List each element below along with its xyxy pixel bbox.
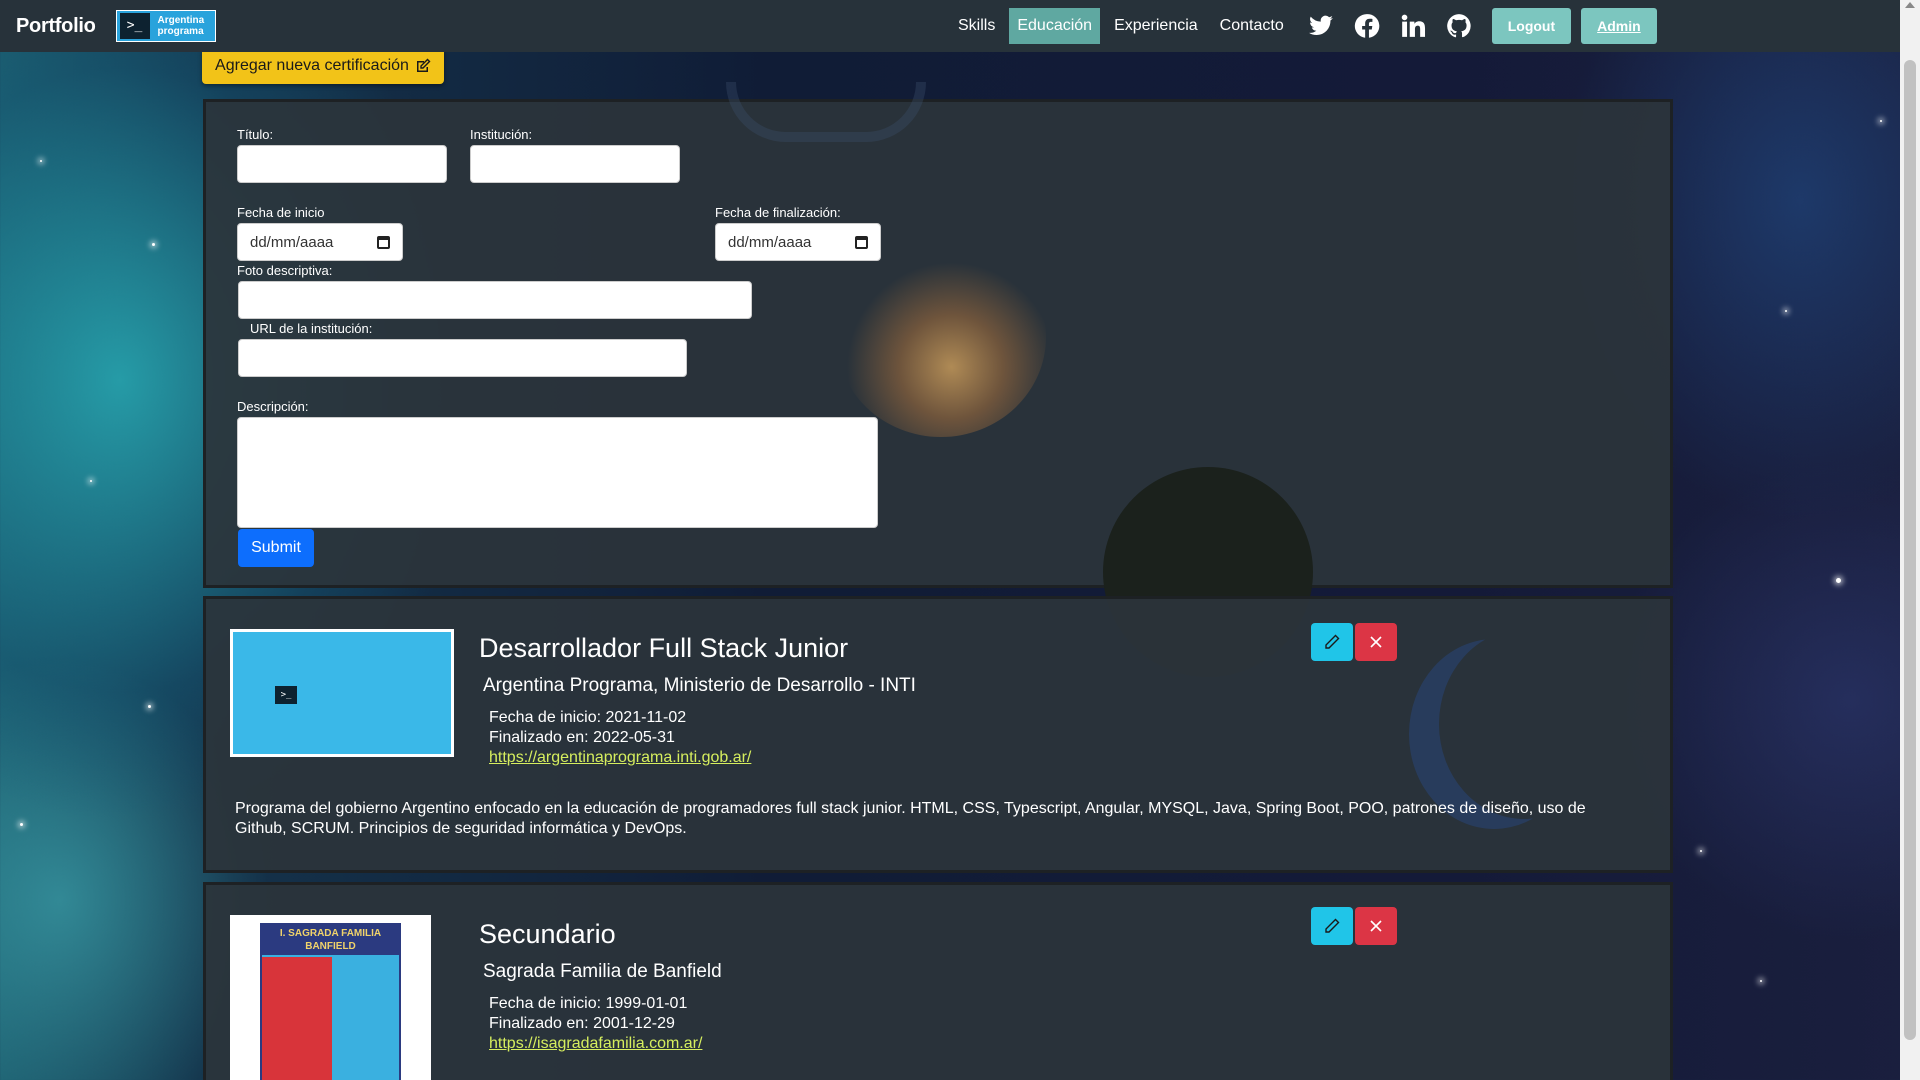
fecha-fin-placeholder: dd/mm/aaaa	[728, 233, 812, 251]
fecha-fin-label: Fecha de finalización:	[715, 205, 841, 220]
argentina-programa-logo[interactable]: >_ Argentina programa	[115, 10, 216, 42]
brand-title[interactable]: Portfolio	[16, 15, 96, 38]
descripcion-label: Descripción:	[237, 399, 309, 414]
card-url-link[interactable]: https://isagradafamilia.com.ar/	[489, 1035, 702, 1053]
scrollbar-thumb[interactable]	[1904, 60, 1916, 1040]
card-end-date: Finalizado en: 2022-05-31	[489, 729, 675, 746]
scroll-up-arrow[interactable]	[1905, 2, 1915, 8]
sagrada-familia-crest: I. SAGRADA FAMILIA BANFIELD	[230, 915, 431, 1080]
github-icon[interactable]	[1446, 13, 1472, 39]
crest-text-line2: BANFIELD	[305, 941, 356, 952]
edit-icon	[416, 58, 431, 72]
card-start-date: Fecha de inicio: 2021-11-02	[489, 709, 687, 726]
logout-button[interactable]: Logout	[1491, 8, 1572, 44]
top-navbar: Portfolio >_ Argentina programa Skills E…	[0, 0, 1900, 52]
foto-label: Foto descriptiva:	[237, 263, 333, 278]
card-end-date: Finalizado en: 2001-12-29	[489, 1015, 675, 1032]
crest-text-line1: I. SAGRADA FAMILIA	[279, 928, 382, 939]
card-title: Secundario	[479, 919, 616, 949]
linkedin-icon[interactable]	[1400, 13, 1426, 39]
page-scrollbar[interactable]	[1900, 0, 1920, 1080]
facebook-icon[interactable]	[1354, 13, 1380, 39]
url-input[interactable]	[238, 339, 687, 377]
titulo-input[interactable]	[237, 145, 447, 183]
nav-link-contacto[interactable]: Contacto	[1212, 8, 1292, 44]
institucion-label: Institución:	[470, 127, 533, 142]
terminal-icon: >_	[119, 13, 150, 39]
card-institution: Argentina Programa, Ministerio de Desarr…	[483, 675, 916, 696]
education-form-panel: Título: Institución: Fecha de inicio dd/…	[203, 82, 1673, 677]
fecha-inicio-input[interactable]: dd/mm/aaaa	[237, 223, 403, 261]
card-title: Desarrollador Full Stack Junior	[479, 633, 849, 663]
fecha-inicio-label: Fecha de inicio	[237, 205, 325, 220]
close-icon	[1370, 920, 1382, 932]
fecha-inicio-placeholder: dd/mm/aaaa	[250, 233, 334, 251]
education-card: I. SAGRADA FAMILIA BANFIELD Secundario S…	[203, 882, 1673, 1080]
url-label: URL de la institución:	[250, 321, 373, 336]
add-certification-label: Agregar nueva certificación	[215, 57, 409, 74]
descripcion-textarea[interactable]	[237, 417, 878, 528]
delete-button[interactable]	[1355, 623, 1397, 661]
calendar-icon[interactable]	[377, 235, 390, 249]
calendar-icon[interactable]	[855, 235, 868, 249]
card-description: Programa del gobierno Argentino enfocado…	[235, 800, 1586, 837]
twitter-icon[interactable]	[1308, 13, 1334, 39]
fecha-fin-input[interactable]: dd/mm/aaaa	[715, 223, 881, 261]
terminal-icon: >_	[275, 686, 297, 704]
submit-button[interactable]: Submit	[238, 529, 314, 567]
card-institution: Sagrada Familia de Banfield	[483, 961, 722, 982]
edit-button[interactable]	[1311, 907, 1353, 945]
institucion-input[interactable]	[470, 145, 680, 183]
pencil-icon	[1325, 918, 1340, 933]
nav-link-experiencia[interactable]: Experiencia	[1106, 8, 1206, 44]
logo-text-line2: programa	[157, 26, 204, 37]
add-certification-button[interactable]: Agregar nueva certificación	[202, 48, 444, 84]
nav-link-educacion[interactable]: Educación	[1009, 8, 1101, 44]
moon-decoration	[726, 82, 926, 142]
admin-button[interactable]: Admin	[1581, 8, 1657, 44]
card-start-date: Fecha de inicio: 1999-01-01	[489, 995, 688, 1012]
edit-button[interactable]	[1311, 623, 1353, 661]
pencil-icon	[1325, 634, 1340, 649]
close-icon	[1370, 636, 1382, 648]
nav-link-skills[interactable]: Skills	[950, 8, 1003, 44]
logo-text-line1: Argentina	[157, 15, 205, 26]
nav-menu: Skills Educación Experiencia Contacto Lo…	[950, 0, 1657, 52]
titulo-label: Título:	[237, 127, 274, 142]
foto-input[interactable]	[238, 281, 752, 319]
delete-button[interactable]	[1355, 907, 1397, 945]
nebula-crescent	[836, 237, 1046, 437]
blue-crescent	[1439, 629, 1609, 819]
card-url-link[interactable]: https://argentinaprograma.inti.gob.ar/	[489, 749, 751, 767]
education-card: >_ Desarrollador Full Stack Junior Argen…	[203, 596, 1673, 873]
argentina-programa-image: >_	[230, 629, 454, 757]
